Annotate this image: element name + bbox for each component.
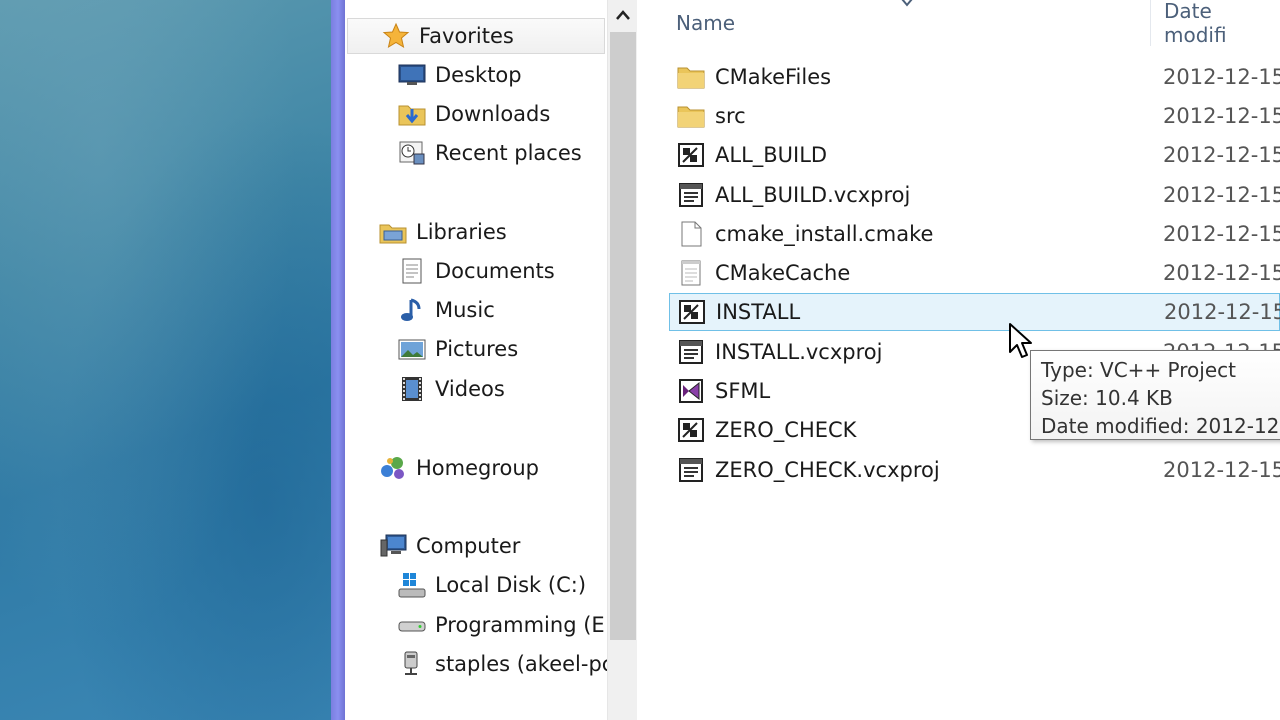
nav-network-drive-label: staples (akeel-pc) bbox=[435, 652, 607, 676]
nav-pictures[interactable]: Pictures bbox=[397, 331, 518, 367]
file-row[interactable]: cmake_install.cmake 2012-12-15 bbox=[669, 215, 1280, 253]
tooltip-date: Date modified: 2012-12- bbox=[1041, 414, 1280, 438]
column-header-date-label: Date modifi bbox=[1164, 0, 1227, 47]
folder-icon bbox=[675, 101, 707, 131]
nav-libraries[interactable]: Libraries bbox=[378, 214, 507, 250]
solution-icon bbox=[675, 376, 707, 406]
nav-music[interactable]: Music bbox=[397, 292, 495, 328]
nav-music-label: Music bbox=[435, 298, 495, 322]
nav-documents-label: Documents bbox=[435, 259, 555, 283]
nav-scrollbar[interactable] bbox=[607, 0, 637, 720]
filters-file-icon bbox=[675, 455, 707, 485]
nav-desktop[interactable]: Desktop bbox=[397, 57, 522, 93]
file-row[interactable]: CMakeCache 2012-12-15 bbox=[669, 254, 1280, 292]
nav-desktop-label: Desktop bbox=[435, 63, 522, 87]
videos-icon bbox=[397, 375, 427, 403]
file-date: 2012-12-15 bbox=[1163, 458, 1280, 482]
nav-homegroup-label: Homegroup bbox=[416, 456, 540, 480]
column-header-name-label: Name bbox=[676, 11, 736, 35]
file-row[interactable]: ALL_BUILD.vcxproj 2012-12-15 bbox=[669, 176, 1280, 214]
navigation-pane: Favorites Desktop Downloads Recent place… bbox=[345, 0, 607, 720]
nav-network-drive[interactable]: staples (akeel-pc) bbox=[397, 646, 607, 682]
nav-libraries-label: Libraries bbox=[416, 220, 507, 244]
blank-file-icon bbox=[675, 219, 707, 249]
file-date: 2012-12-15 bbox=[1163, 183, 1280, 207]
file-date: 2012-12-15 bbox=[1164, 300, 1280, 324]
tooltip-type: Type: VC++ Project bbox=[1041, 358, 1236, 382]
pictures-icon bbox=[397, 335, 427, 363]
vcxproj-icon bbox=[676, 297, 708, 327]
file-row[interactable]: ZERO_CHECK.vcxproj 2012-12-15 bbox=[669, 451, 1280, 489]
star-icon bbox=[381, 22, 411, 50]
recent-places-icon bbox=[397, 139, 427, 167]
filters-file-icon bbox=[675, 337, 707, 367]
nav-programming-drive-label: Programming (E: bbox=[435, 613, 607, 637]
nav-videos-label: Videos bbox=[435, 377, 505, 401]
file-row[interactable]: CMakeFiles 2012-12-15 bbox=[669, 58, 1280, 96]
window-border bbox=[331, 0, 345, 720]
nav-documents[interactable]: Documents bbox=[397, 253, 555, 289]
nav-homegroup[interactable]: Homegroup bbox=[378, 450, 539, 486]
file-date: 2012-12-15 bbox=[1163, 261, 1280, 285]
file-row[interactable]: src 2012-12-15 bbox=[669, 97, 1280, 135]
network-drive-icon bbox=[397, 650, 427, 678]
nav-local-disk-label: Local Disk (C:) bbox=[435, 573, 587, 597]
libraries-icon bbox=[378, 218, 408, 246]
file-row[interactable]: ALL_BUILD 2012-12-15 bbox=[669, 136, 1280, 174]
nav-programming-drive[interactable]: Programming (E: bbox=[397, 607, 607, 643]
file-tooltip: Type: VC++ Project Size: 10.4 KB Date mo… bbox=[1030, 350, 1280, 440]
nav-local-disk[interactable]: Local Disk (C:) bbox=[397, 567, 586, 603]
desktop-icon bbox=[397, 61, 427, 89]
nav-recent-places-label: Recent places bbox=[435, 141, 582, 165]
column-header-name[interactable]: Name bbox=[676, 0, 735, 46]
column-header-date-modified[interactable]: Date modifi bbox=[1164, 0, 1280, 47]
nav-pictures-label: Pictures bbox=[435, 337, 519, 361]
file-date: 2012-12-15 bbox=[1163, 222, 1280, 246]
file-date: 2012-12-15 bbox=[1163, 143, 1280, 167]
homegroup-icon bbox=[378, 454, 408, 482]
downloads-icon bbox=[397, 100, 427, 128]
drive-icon bbox=[397, 611, 427, 639]
mouse-cursor-icon bbox=[1008, 322, 1034, 362]
nav-computer-label: Computer bbox=[416, 534, 521, 558]
nav-favorites-label: Favorites bbox=[419, 24, 514, 48]
vcxproj-icon bbox=[675, 415, 707, 445]
filters-file-icon bbox=[675, 180, 707, 210]
sort-indicator-icon bbox=[899, 0, 915, 13]
column-separator[interactable] bbox=[1150, 0, 1151, 46]
desktop-wallpaper bbox=[0, 0, 331, 720]
scroll-up-arrow-icon[interactable] bbox=[608, 0, 638, 30]
documents-icon bbox=[397, 257, 427, 285]
nav-recent-places[interactable]: Recent places bbox=[397, 135, 582, 171]
file-row-hovered[interactable]: INSTALL 2012-12-15 bbox=[669, 293, 1280, 331]
nav-favorites[interactable]: Favorites bbox=[347, 18, 605, 54]
folder-icon bbox=[675, 62, 707, 92]
vcxproj-icon bbox=[675, 140, 707, 170]
text-file-icon bbox=[675, 258, 707, 288]
computer-icon bbox=[378, 532, 408, 560]
tooltip-size: Size: 10.4 KB bbox=[1041, 386, 1173, 410]
nav-downloads[interactable]: Downloads bbox=[397, 96, 550, 132]
nav-videos[interactable]: Videos bbox=[397, 371, 505, 407]
windows-drive-icon bbox=[397, 571, 427, 599]
scroll-thumb[interactable] bbox=[610, 32, 636, 640]
music-icon bbox=[397, 296, 427, 324]
file-date: 2012-12-15 bbox=[1163, 65, 1280, 89]
file-date: 2012-12-15 bbox=[1163, 104, 1280, 128]
nav-downloads-label: Downloads bbox=[435, 102, 551, 126]
nav-computer[interactable]: Computer bbox=[378, 528, 520, 564]
